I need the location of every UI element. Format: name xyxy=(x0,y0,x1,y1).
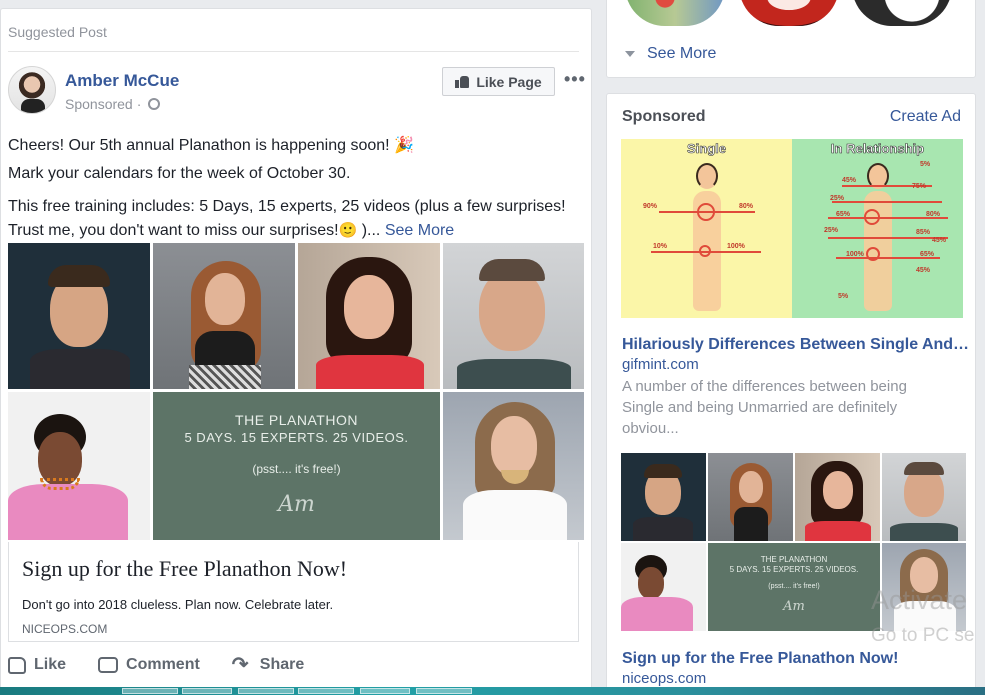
like-button[interactable]: Like xyxy=(8,655,66,675)
see-more-link[interactable]: See More xyxy=(625,45,716,63)
activation-watermark: Activate xyxy=(871,585,968,615)
suggested-post-label: Suggested Post xyxy=(8,24,107,40)
planathon-text-panel: THE PLANATHON 5 DAYS. 15 EXPERTS. 25 VID… xyxy=(153,392,440,540)
share-label: Share xyxy=(259,656,305,673)
photo-man-1 xyxy=(8,243,150,389)
ad-image-single-vs-relationship[interactable]: Single 90% 80% 10% 100% In Relationship … xyxy=(621,139,963,318)
ad-title-link[interactable]: Sign up for the Free Planathon Now! xyxy=(622,650,898,668)
taskbar-button[interactable] xyxy=(298,688,354,694)
see-more-link[interactable]: See More xyxy=(385,222,454,239)
taskbar-button[interactable] xyxy=(416,688,472,694)
sponsored-label[interactable]: Sponsored xyxy=(65,96,133,112)
like-page-label: Like Page xyxy=(476,73,542,90)
chevron-down-icon xyxy=(625,51,635,57)
comment-label: Comment xyxy=(126,656,200,673)
photo-man-2 xyxy=(443,243,584,389)
ad-description: Don't go into 2018 clueless. Plan now. C… xyxy=(22,597,334,612)
sponsored-header: Sponsored xyxy=(622,108,706,125)
signature-logo: Am xyxy=(278,492,315,517)
story-thumbnail[interactable] xyxy=(625,0,725,26)
panel-heading: THE PLANATHON xyxy=(235,412,358,428)
story-thumbnail[interactable] xyxy=(739,0,839,26)
ad-title-link[interactable]: Hilariously Differences Between Single A… xyxy=(622,336,969,354)
photo-woman-1 xyxy=(153,243,295,389)
thumbs-up-icon xyxy=(455,75,470,88)
planathon-text-panel-small: THE PLANATHON 5 DAYS. 15 EXPERTS. 25 VID… xyxy=(708,543,880,631)
post-text-part: This free training includes: 5 Days, 15 … xyxy=(8,198,566,239)
share-button[interactable]: ↷ Share xyxy=(232,655,304,675)
taskbar-button[interactable] xyxy=(238,688,294,694)
taskbar-button[interactable] xyxy=(360,688,410,694)
thumbs-up-outline-icon xyxy=(8,656,26,674)
smile-emoji-icon: 🙂 xyxy=(338,222,358,239)
author-avatar[interactable] xyxy=(8,66,56,114)
photo-woman-4 xyxy=(443,392,584,540)
sponsored-meta: Sponsored · xyxy=(65,96,161,112)
taskbar-button[interactable] xyxy=(122,688,178,694)
suggested-post-card: Suggested Post Amber McCue Sponsored · L… xyxy=(0,8,592,695)
comment-button[interactable]: Comment xyxy=(98,655,200,675)
photo-woman-3 xyxy=(8,392,150,540)
ad-domain: NICEOPS.COM xyxy=(22,622,108,636)
like-label: Like xyxy=(34,656,67,673)
taskbar-button[interactable] xyxy=(182,688,232,694)
see-more-label: See More xyxy=(647,45,717,62)
ad-domain-link[interactable]: gifmint.com xyxy=(622,356,699,373)
comment-bubble-icon xyxy=(98,657,119,673)
single-title: Single xyxy=(686,141,727,157)
activation-watermark-sub: Go to PC se xyxy=(871,625,975,646)
post-actions-bar: Like Comment ↷ Share xyxy=(8,655,579,675)
post-text-line-3: This free training includes: 5 Days, 15 … xyxy=(8,195,583,243)
more-options-icon[interactable]: ••• xyxy=(564,69,586,90)
share-arrow-icon: ↷ xyxy=(231,654,249,676)
author-name-link[interactable]: Amber McCue xyxy=(65,71,179,91)
panel-note: (psst.... it's free!) xyxy=(252,462,341,476)
like-page-button[interactable]: Like Page xyxy=(442,67,555,96)
photo-woman-2 xyxy=(298,243,440,389)
divider xyxy=(8,51,579,52)
ad-body-text: A number of the differences between bein… xyxy=(622,378,907,437)
single-half: Single 90% 80% 10% 100% xyxy=(621,139,792,318)
relationship-title: In Relationship xyxy=(830,141,925,157)
ad-link-preview[interactable]: Sign up for the Free Planathon Now! Don'… xyxy=(8,542,579,642)
post-text-ellipsis: )... xyxy=(357,222,385,239)
create-ad-link[interactable]: Create Ad xyxy=(890,108,961,126)
globe-icon xyxy=(148,98,161,110)
story-thumbnail[interactable] xyxy=(852,0,952,26)
stories-card: See More xyxy=(606,0,976,78)
post-text-line-1: Cheers! Our 5th annual Planathon is happ… xyxy=(8,137,414,154)
post-text-line-2: Mark your calendars for the week of Octo… xyxy=(8,165,351,182)
ad-headline[interactable]: Sign up for the Free Planathon Now! xyxy=(22,556,347,582)
relationship-half: In Relationship 5% 45% 75% 25% 65% 80% 2… xyxy=(792,139,963,318)
ad-image-collage[interactable]: THE PLANATHON 5 DAYS. 15 EXPERTS. 25 VID… xyxy=(8,243,584,542)
panel-subheading: 5 DAYS. 15 EXPERTS. 25 VIDEOS. xyxy=(184,430,409,445)
ad-domain-link[interactable]: niceops.com xyxy=(622,670,706,687)
